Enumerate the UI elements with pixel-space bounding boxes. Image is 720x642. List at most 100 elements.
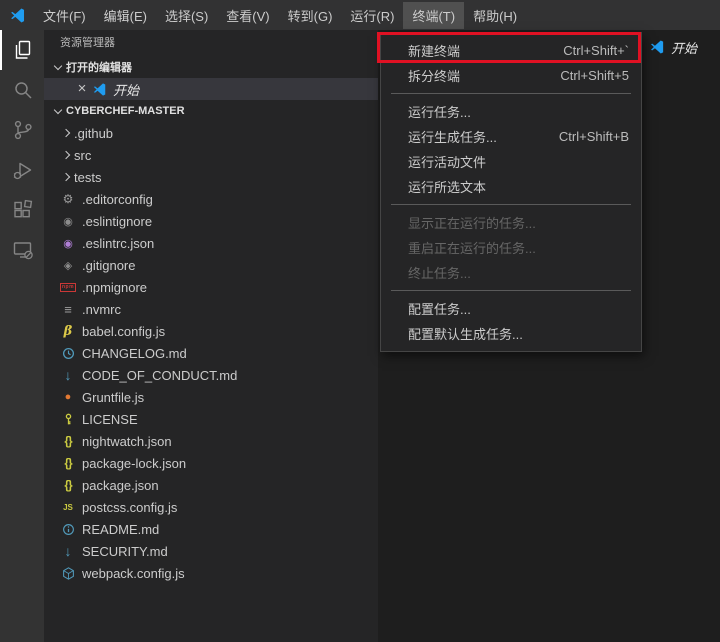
menu-选择(S)[interactable]: 选择(S) <box>156 2 217 29</box>
braces-icon: {} <box>64 456 72 470</box>
chevron-right-icon <box>58 128 74 138</box>
eslint-icon: ◉ <box>63 215 73 228</box>
shortcut-hint: Ctrl+Shift+B <box>558 129 629 144</box>
menu-item-拆分终端[interactable]: 拆分终端 Ctrl+Shift+5 <box>381 63 641 88</box>
titlebar: 文件(F) 编辑(E) 选择(S) 查看(V) 转到(G) 运行(R) 终端(T) 帮助(H) <box>0 0 720 30</box>
files-icon <box>15 40 31 59</box>
grunt-icon: ● <box>64 391 72 403</box>
tree-file-.eslintrc.json[interactable]: ◉ .eslintrc.json <box>44 232 378 254</box>
menu-item-新建终端[interactable]: 新建终端 Ctrl+Shift+` <box>381 38 641 63</box>
open-editors-header[interactable]: 打开的编辑器 <box>44 56 378 78</box>
key-icon <box>60 413 76 426</box>
menu-item-运行生成任务[interactable]: 运行生成任务... Ctrl+Shift+B <box>381 124 641 149</box>
activitybar-remote-explorer[interactable] <box>0 230 44 270</box>
menu-转到(G)[interactable]: 转到(G) <box>279 2 342 29</box>
remote-icon <box>13 242 33 260</box>
js-icon: JS <box>63 502 73 512</box>
tree-folder-tests[interactable]: tests <box>44 166 378 188</box>
tree-folder-src[interactable]: src <box>44 144 378 166</box>
debug-icon <box>13 162 32 180</box>
markdown-arrow-icon: ↓ <box>64 367 72 383</box>
tree-file-SECURITY.md[interactable]: ↓ SECURITY.md <box>44 540 378 562</box>
menu-separator <box>391 290 631 291</box>
menu-终端(T)[interactable]: 终端(T) <box>403 1 465 29</box>
braces-icon: {} <box>64 434 72 448</box>
info-icon <box>60 523 76 536</box>
chevron-right-icon <box>58 172 74 182</box>
menu-文件(F)[interactable]: 文件(F) <box>34 2 95 29</box>
branch-icon <box>14 120 32 140</box>
tab-label: 开始 <box>671 40 698 56</box>
tree-file-CODE_OF_CONDUCT.md[interactable]: ↓ CODE_OF_CONDUCT.md <box>44 364 378 386</box>
tree-file-CHANGELOG.md[interactable]: CHANGELOG.md <box>44 342 378 364</box>
search-icon <box>15 82 32 99</box>
menu-编辑(E)[interactable]: 编辑(E) <box>95 2 156 29</box>
tree-file-README.md[interactable]: README.md <box>44 518 378 540</box>
menu-item-终止任务: 终止任务... <box>408 266 471 281</box>
close-icon[interactable]: × <box>74 81 90 97</box>
activitybar-run-debug[interactable] <box>0 150 44 190</box>
workspace-folder-label: CYBERCHEF-MASTER <box>66 105 185 117</box>
shortcut-hint: Ctrl+Shift+` <box>563 43 629 58</box>
gear-icon: ⚙ <box>62 192 74 206</box>
menu-item-运行活动文件[interactable]: 运行活动文件 <box>381 149 641 174</box>
tree-file-LICENSE[interactable]: LICENSE <box>44 408 378 430</box>
open-editor-item-start[interactable]: × 开始 <box>44 78 378 100</box>
tree-file-.eslintignore[interactable]: ◉ .eslintignore <box>44 210 378 232</box>
workspace-folder-header[interactable]: CYBERCHEF-MASTER <box>44 100 378 122</box>
eslint-icon: ◉ <box>63 237 73 250</box>
tree-file-.editorconfig[interactable]: ⚙ .editorconfig <box>44 188 378 210</box>
file-tree: .github src tests ⚙ .editorconfig ◉ .eslintign… <box>44 122 378 584</box>
vscode-file-icon <box>649 39 665 55</box>
tree-file-.gitignore[interactable]: ◈ .gitignore <box>44 254 378 276</box>
vscode-file-icon <box>92 82 107 97</box>
menu-item-配置任务[interactable]: 配置任务... <box>381 296 641 321</box>
chevron-right-icon <box>58 150 74 160</box>
explorer-title: 资源管理器 <box>60 37 115 49</box>
extensions-icon <box>14 199 33 218</box>
tree-folder-.github[interactable]: .github <box>44 122 378 144</box>
menu-运行(R)[interactable]: 运行(R) <box>341 2 403 29</box>
braces-icon: {} <box>64 478 72 492</box>
shortcut-hint: Ctrl+Shift+5 <box>560 68 629 83</box>
menu-帮助(H)[interactable]: 帮助(H) <box>464 2 526 29</box>
tree-file-Gruntfile.js[interactable]: ● Gruntfile.js <box>44 386 378 408</box>
babel-icon: β <box>63 323 73 339</box>
chevron-down-icon <box>50 105 66 114</box>
tree-file-package.json[interactable]: {} package.json <box>44 474 378 496</box>
menubar: 文件(F) 编辑(E) 选择(S) 查看(V) 转到(G) 运行(R) 终端(T) 帮助(H) <box>34 0 526 30</box>
tree-file-.npmignore[interactable]: npm .npmignore <box>44 276 378 298</box>
markdown-arrow-icon: ↓ <box>64 543 72 559</box>
tree-file-.nvmrc[interactable]: ≡ .nvmrc <box>44 298 378 320</box>
tree-file-package-lock.json[interactable]: {} package-lock.json <box>44 452 378 474</box>
menu-item-运行所选文本[interactable]: 运行所选文本 <box>381 174 641 199</box>
lines-icon: ≡ <box>64 301 72 317</box>
chevron-down-icon <box>50 61 66 70</box>
tree-file-nightwatch.json[interactable]: {} nightwatch.json <box>44 430 378 452</box>
vscode-window: 文件(F) 编辑(E) 选择(S) 查看(V) 转到(G) 运行(R) 终端(T) 帮助(H)… <box>0 0 720 642</box>
menu-separator <box>391 93 631 94</box>
activitybar-search[interactable] <box>0 70 44 110</box>
tree-file-postcss.config.js[interactable]: JS postcss.config.js <box>44 496 378 518</box>
menu-item-运行任务[interactable]: 运行任务... <box>381 99 641 124</box>
menu-separator <box>391 204 631 205</box>
git-diamond-icon: ◈ <box>63 259 73 272</box>
menu-查看(V)[interactable]: 查看(V) <box>217 2 278 29</box>
activitybar-explorer[interactable] <box>0 30 44 70</box>
menu-item-显示正在运行的任务: 显示正在运行的任务... <box>408 216 536 231</box>
webpack-icon <box>60 566 76 580</box>
menu-item-配置默认生成任务[interactable]: 配置默认生成任务... <box>381 321 641 346</box>
activitybar-extensions[interactable] <box>0 190 44 230</box>
activity-bar <box>0 30 44 642</box>
menu-item-重启正在运行的任务: 重启正在运行的任务... <box>408 241 536 256</box>
tab-start[interactable]: 开始 <box>643 30 708 64</box>
npm-icon: npm <box>59 282 77 292</box>
terminal-dropdown-menu: 新建终端 Ctrl+Shift+` 拆分终端 Ctrl+Shift+5 运行任务... 运… <box>380 32 642 352</box>
vscode-logo-icon <box>0 7 34 24</box>
open-editors-label: 打开的编辑器 <box>66 62 132 74</box>
tree-file-babel.config.js[interactable]: β babel.config.js <box>44 320 378 342</box>
activitybar-source-control[interactable] <box>0 110 44 150</box>
clock-icon <box>60 347 76 360</box>
tree-file-webpack.config.js[interactable]: webpack.config.js <box>44 562 378 584</box>
open-editor-label: 开始 <box>113 82 140 98</box>
